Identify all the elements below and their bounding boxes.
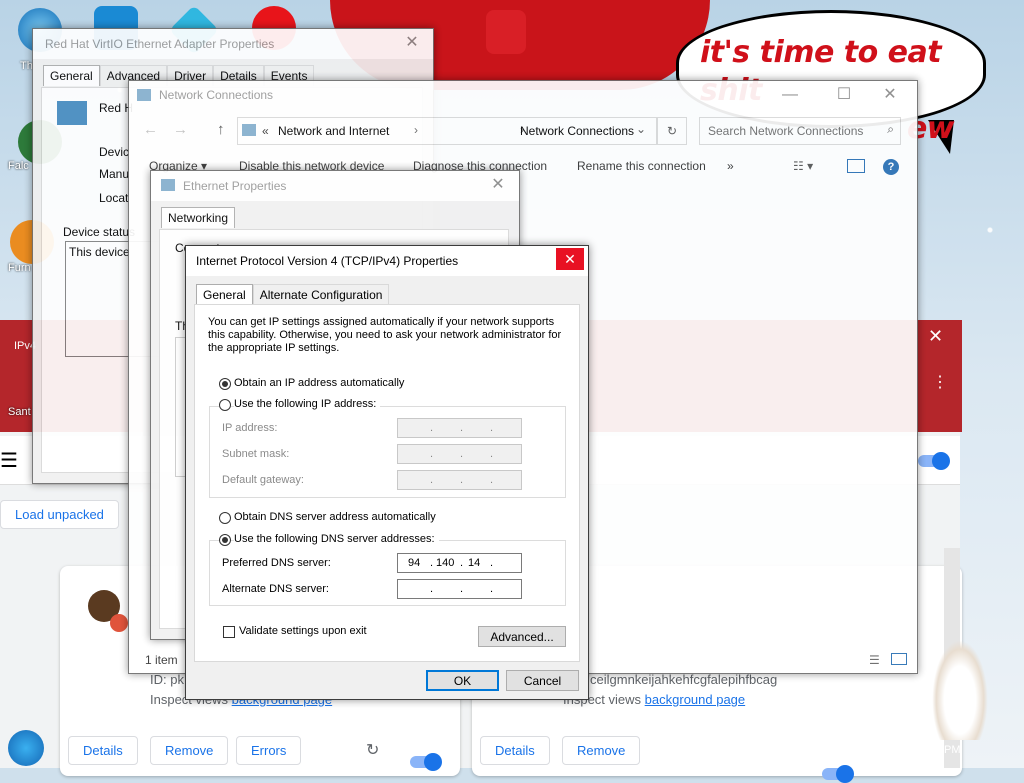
help-icon[interactable]: ? [883, 159, 899, 175]
obtain-dns-auto-radio[interactable] [219, 512, 231, 524]
alternate-dns-field[interactable]: ... [397, 579, 522, 599]
forward-arrow-icon[interactable]: → [173, 121, 188, 138]
minimize-icon[interactable]: — [773, 81, 807, 109]
extension-id-text: ceilgmnkeijahkehfcgfalepihfbcag [590, 672, 778, 687]
use-following-ip-label[interactable]: Use the following IP address: [234, 398, 381, 410]
preferred-dns-label: Preferred DNS server: [222, 557, 331, 569]
search-box[interactable]: Search Network Connections ⌕ [699, 117, 901, 145]
window-title: Ethernet Properties [151, 171, 519, 201]
refresh-icon[interactable]: ↻ [657, 117, 687, 145]
ip-address-field[interactable]: ... [397, 418, 522, 438]
details-view-icon[interactable]: ☰ [869, 653, 880, 667]
reload-icon[interactable]: ↻ [366, 740, 379, 760]
remove-button[interactable]: Remove [150, 736, 229, 765]
more-commands-chevron[interactable]: » [727, 159, 734, 173]
developer-mode-toggle[interactable] [918, 452, 950, 470]
dns-octet-3: 14 [468, 557, 481, 569]
window-title: Red Hat VirtIO Ethernet Adapter Properti… [33, 29, 433, 59]
tab-general[interactable]: General [196, 284, 253, 305]
tab-strip: Networking [161, 207, 236, 228]
extension-id-text: ID: pk [150, 672, 184, 687]
close-icon[interactable]: ✕ [481, 171, 515, 199]
remove-button[interactable]: Remove [562, 736, 641, 765]
validate-settings-checkbox[interactable] [223, 626, 235, 638]
breadcrumb-overflow[interactable]: « [262, 124, 269, 138]
breadcrumb-network-and-internet[interactable]: Network and Internet [278, 124, 389, 138]
breadcrumb-current[interactable]: Network Connections [520, 124, 634, 138]
default-gateway-label: Default gateway: [222, 474, 304, 486]
validate-settings-label[interactable]: Validate settings upon exit [239, 625, 367, 637]
device-status-label: Device status [63, 225, 136, 239]
load-unpacked-button[interactable]: Load unpacked [0, 500, 119, 529]
up-arrow-icon[interactable]: ↑ [217, 121, 225, 138]
gift-icon[interactable] [486, 10, 526, 54]
obtain-dns-auto-label[interactable]: Obtain DNS server address automatically [234, 511, 436, 523]
close-icon[interactable]: ✕ [928, 326, 943, 347]
close-icon[interactable]: ✕ [873, 81, 907, 109]
tab-networking[interactable]: Networking [161, 207, 236, 228]
desktop-icon-label: Sant [8, 406, 31, 418]
change-view-icon[interactable]: ☷ ▾ [793, 159, 813, 173]
network-folder-icon [137, 89, 151, 101]
preview-pane-icon[interactable] [847, 159, 865, 173]
tab-alternate-configuration[interactable]: Alternate Configuration [252, 284, 390, 305]
ok-button[interactable]: OK [426, 670, 499, 691]
default-gateway-field[interactable]: ... [397, 470, 522, 490]
inspect-views-row: Inspect views background page [563, 692, 745, 707]
obtain-ip-auto-radio[interactable] [219, 378, 231, 390]
manufacturer-label: Manu [99, 167, 130, 181]
maximize-icon[interactable]: ☐ [827, 81, 861, 109]
desktop-icon-label: Falc [8, 160, 29, 172]
status-bar-item-count: 1 item [145, 653, 178, 667]
background-page-link[interactable]: background page [645, 692, 745, 707]
search-placeholder: Search Network Connections [708, 124, 864, 138]
details-button[interactable]: Details [68, 736, 138, 765]
use-following-dns-radio[interactable] [219, 534, 231, 546]
close-icon[interactable]: ✕ [556, 248, 584, 270]
preferred-dns-field[interactable]: 94. 140. 14. [397, 553, 522, 573]
dns-octet-2: 140 [436, 557, 455, 569]
tab-general[interactable]: General [43, 65, 100, 86]
description-text: You can get IP settings assigned automat… [208, 316, 562, 354]
alternate-dns-label: Alternate DNS server: [222, 583, 329, 595]
taskbar-clock: PM [944, 744, 961, 756]
details-button[interactable]: Details [480, 736, 550, 765]
back-arrow-icon[interactable]: ← [143, 121, 158, 138]
use-following-dns-label[interactable]: Use the following DNS server addresses: [234, 533, 439, 545]
dns-octet-1: 94 [408, 557, 421, 569]
advanced-button[interactable]: Advanced... [478, 626, 566, 647]
close-icon[interactable]: ✕ [395, 29, 429, 57]
network-folder-icon [242, 124, 256, 136]
ip-address-label: IP address: [222, 422, 278, 434]
more-vert-icon[interactable]: ⋮ [932, 372, 948, 392]
extension-enable-toggle[interactable] [822, 765, 854, 783]
use-following-ip-radio[interactable] [219, 399, 231, 411]
location-label: Locat [99, 191, 129, 205]
device-type-label: Devic [99, 145, 130, 159]
desktop-icon-label: Furn [8, 262, 31, 274]
network-adapter-icon [57, 101, 87, 125]
obtain-ip-auto-label[interactable]: Obtain an IP address automatically [234, 377, 404, 389]
dialog-title: Internet Protocol Version 4 (TCP/IPv4) P… [186, 246, 588, 276]
breadcrumb-chevron-icon: › [414, 123, 418, 137]
hamburger-menu-icon[interactable]: ☰ [0, 448, 18, 473]
subnet-mask-field[interactable]: ... [397, 444, 522, 464]
desktop-icon-label: Th [20, 60, 33, 72]
network-adapter-icon [161, 179, 175, 191]
tab-strip: General Alternate Configuration [196, 284, 390, 305]
rename-connection-button[interactable]: Rename this connection [577, 159, 706, 173]
chevron-down-icon[interactable]: ⌄ [636, 122, 646, 136]
extension-enable-toggle[interactable] [410, 753, 442, 771]
address-bar[interactable]: « Network and Internet › › Network Conne… [237, 117, 657, 145]
record-badge-icon [110, 614, 128, 632]
errors-button[interactable]: Errors [236, 736, 302, 765]
search-icon: ⌕ [887, 122, 894, 136]
subnet-mask-label: Subnet mask: [222, 448, 290, 460]
start-button-icon[interactable] [8, 730, 44, 766]
cancel-button[interactable]: Cancel [506, 670, 579, 691]
snow-figure-decoration [932, 640, 988, 740]
ipv4-properties-dialog: Internet Protocol Version 4 (TCP/IPv4) P… [185, 245, 589, 700]
tiles-view-icon[interactable] [891, 653, 907, 665]
